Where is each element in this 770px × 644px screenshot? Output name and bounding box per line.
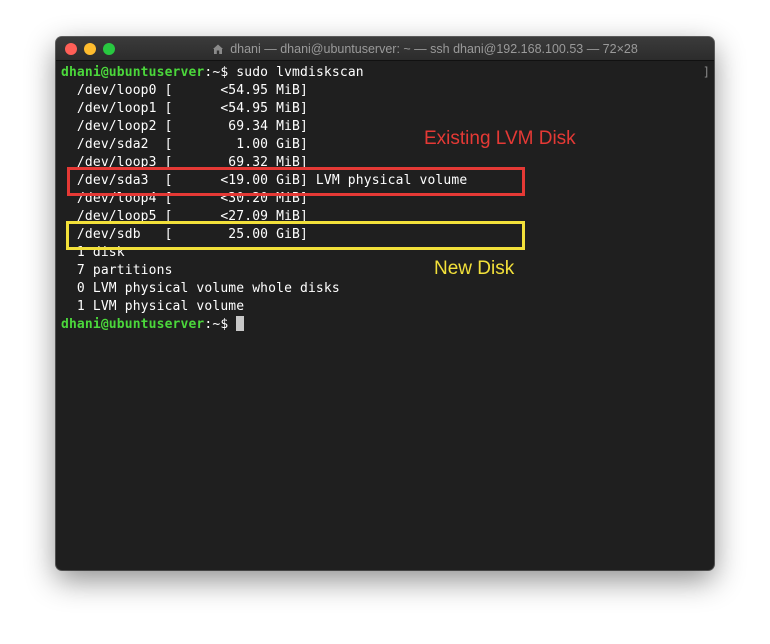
new-disk-label: New Disk [434, 258, 515, 279]
close-button[interactable] [65, 43, 77, 55]
prompt-line[interactable]: dhani@ubuntuserver:~$ [61, 316, 714, 334]
prompt-symbol: $ [220, 317, 237, 332]
prompt-path: :~ [204, 317, 221, 332]
existing-lvm-highlight-box [67, 167, 525, 196]
prompt-path: :~ [204, 65, 221, 80]
title-bar[interactable]: dhani — dhani@ubuntuserver: ~ — ssh dhan… [56, 37, 714, 61]
minimize-button[interactable] [84, 43, 96, 55]
output-line: 7 partitions [61, 263, 173, 278]
output-line: /dev/loop0 [ <54.95 MiB] [61, 83, 308, 98]
command-line: dhani@ubuntuserver:~$ sudo lvmdiskscan [61, 64, 714, 82]
prompt-user: dhani@ubuntuserver [61, 317, 205, 332]
prompt-user: dhani@ubuntuserver [61, 65, 205, 80]
home-icon [213, 44, 224, 54]
terminal-window: dhani — dhani@ubuntuserver: ~ — ssh dhan… [56, 37, 714, 570]
window-title: dhani — dhani@ubuntuserver: ~ — ssh dhan… [230, 41, 638, 56]
command-text: sudo lvmdiskscan [236, 65, 364, 80]
maximize-button[interactable] [103, 43, 115, 55]
new-disk-highlight-box [66, 221, 525, 250]
output-line: /dev/sda2 [ 1.00 GiB] [61, 137, 308, 152]
existing-lvm-label: Existing LVM Disk [424, 128, 576, 149]
output-line: /dev/loop2 [ 69.34 MiB] [61, 119, 308, 134]
text-cursor [236, 316, 245, 331]
output-line: 0 LVM physical volume whole disks [61, 281, 340, 296]
window-title-container: dhani — dhani@ubuntuserver: ~ — ssh dhan… [156, 37, 694, 60]
output-line: /dev/loop1 [ <54.95 MiB] [61, 101, 308, 116]
terminal-content[interactable]: dhani@ubuntuserver:~$ sudo lvmdiskscan /… [56, 61, 714, 570]
output-line: 1 LVM physical volume [61, 299, 245, 314]
prompt-symbol: $ [220, 65, 237, 80]
